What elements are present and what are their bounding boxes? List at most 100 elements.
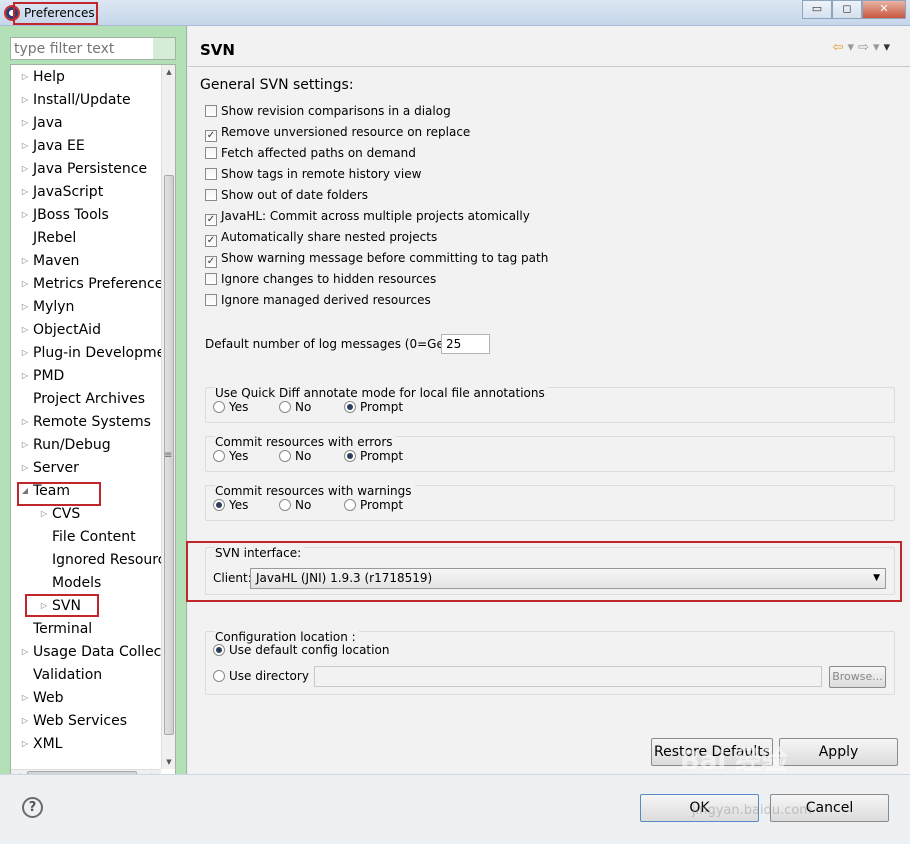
minimize-button[interactable]: ▭	[802, 0, 832, 19]
setting-checkbox[interactable]: ✓ Show warning message before committing …	[205, 249, 549, 268]
title-bar: Preferences ▭ ◻ ✕	[0, 0, 910, 26]
back-arrow-icon[interactable]: ⇦	[833, 40, 848, 55]
radio-selected-icon	[213, 644, 225, 656]
checkbox-checked-icon: ✓	[205, 256, 217, 268]
tree-item-label: JBoss Tools	[33, 207, 109, 223]
expand-arrow-icon[interactable]: ▷	[19, 250, 31, 272]
setting-checkbox[interactable]: Fetch affected paths on demand	[205, 144, 416, 162]
expand-arrow-icon[interactable]: ▷	[19, 135, 31, 157]
radio-option-label: Yes	[229, 400, 249, 414]
expand-arrow-icon[interactable]: ▷	[19, 296, 31, 318]
radio-option[interactable]: Yes	[213, 447, 248, 465]
radio-option-label: Prompt	[360, 498, 404, 512]
tree-item-label: XML	[33, 736, 63, 752]
close-button[interactable]: ✕	[862, 0, 906, 19]
forward-menu-icon[interactable]: ▾	[873, 40, 884, 55]
expand-arrow-icon[interactable]: ▷	[38, 503, 50, 525]
back-menu-icon[interactable]: ▾	[848, 40, 859, 55]
preferences-navigation: ▷Help▷Install/Update▷Java▷Java EE▷Java P…	[0, 26, 187, 780]
radio-unselected-icon	[213, 450, 225, 462]
checkbox-label: Remove unversioned resource on replace	[221, 125, 471, 139]
expand-arrow-icon[interactable]: ▷	[19, 457, 31, 479]
setting-checkbox[interactable]: ✓ Automatically share nested projects	[205, 228, 437, 247]
svn-interface-highlight-box	[186, 541, 902, 602]
config-directory-input[interactable]	[314, 666, 822, 687]
setting-checkbox[interactable]: Show tags in remote history view	[205, 165, 421, 183]
use-directory-label: Use directory :	[229, 669, 317, 683]
radio-unselected-icon	[344, 499, 356, 511]
checkbox-label: Ignore changes to hidden resources	[221, 272, 437, 286]
checkbox-label: Show warning message before committing t…	[221, 251, 549, 265]
page-navigation: ⇦▾⇨▾▾	[833, 40, 894, 55]
expand-arrow-icon[interactable]: ▷	[19, 411, 31, 433]
setting-checkbox[interactable]: Ignore changes to hidden resources	[205, 270, 436, 288]
tree-item-label: Plug-in Development	[33, 345, 176, 361]
radio-option[interactable]: No	[279, 398, 311, 416]
tree-item-label: Maven	[33, 253, 80, 269]
title-separator	[188, 66, 910, 67]
radio-option-label: No	[295, 400, 312, 414]
expand-arrow-icon[interactable]: ▷	[19, 158, 31, 180]
radio-option[interactable]: Yes	[213, 398, 248, 416]
expand-arrow-icon[interactable]: ▷	[19, 710, 31, 732]
setting-checkbox[interactable]: Show revision comparisons in a dialog	[205, 102, 451, 120]
tree-item-label: Remote Systems	[33, 414, 151, 430]
tree-item-label: JRebel	[33, 230, 77, 246]
forward-arrow-icon[interactable]: ⇨	[858, 40, 873, 55]
radio-option[interactable]: No	[279, 447, 311, 465]
tree-item-label: Terminal	[33, 621, 93, 637]
restore-defaults-button[interactable]: Restore Defaults	[651, 738, 773, 766]
maximize-button[interactable]: ◻	[832, 0, 862, 19]
radio-option[interactable]: Yes	[213, 496, 248, 514]
expand-arrow-icon[interactable]: ▷	[19, 89, 31, 111]
setting-checkbox[interactable]: ✓ JavaHL: Commit across multiple projects…	[205, 207, 530, 226]
expand-arrow-icon[interactable]: ▷	[19, 204, 31, 226]
setting-checkbox[interactable]: Ignore managed derived resources	[205, 291, 431, 309]
expand-arrow-icon[interactable]: ▷	[19, 733, 31, 755]
radio-selected-icon	[344, 401, 356, 413]
tree-item-label: Java	[33, 115, 63, 131]
expand-arrow-icon[interactable]: ▷	[19, 181, 31, 203]
log-messages-label: Default number of log messages (0=Get Al…	[205, 337, 472, 351]
use-default-config-radio[interactable]: Use default config location	[213, 641, 389, 659]
expand-arrow-icon[interactable]: ▷	[19, 687, 31, 709]
expand-arrow-icon[interactable]: ▷	[19, 319, 31, 341]
radio-selected-icon	[344, 450, 356, 462]
radio-option-label: Prompt	[360, 400, 404, 414]
apply-button[interactable]: Apply	[779, 738, 898, 766]
checkbox-label: Show out of date folders	[221, 188, 368, 202]
team-highlight-box	[17, 482, 101, 506]
help-icon[interactable]: ?	[22, 797, 43, 818]
preference-tree: ▷ Help ▷ Install/Update ▷ Java ▷ Java EE ▷ Java P…	[10, 64, 176, 780]
radio-option-label: No	[295, 449, 312, 463]
radio-option[interactable]: No	[279, 496, 311, 514]
expand-arrow-icon[interactable]: ▷	[19, 66, 31, 88]
cancel-button[interactable]: Cancel	[770, 794, 889, 822]
setting-checkbox[interactable]: Show out of date folders	[205, 186, 368, 204]
dialog-button-bar: ? OK Cancel	[0, 774, 910, 844]
expand-arrow-icon[interactable]: ▷	[19, 365, 31, 387]
log-messages-input[interactable]	[441, 334, 490, 354]
view-menu-icon[interactable]: ▾	[883, 40, 894, 55]
browse-button[interactable]: Browse...	[829, 666, 886, 688]
tree-vertical-scrollbar[interactable]: ▲ ≡ ▼	[161, 65, 175, 769]
clear-filter-icon[interactable]	[153, 38, 175, 59]
radio-option[interactable]: Prompt	[344, 398, 403, 416]
checkbox-unchecked-icon	[205, 147, 217, 159]
radio-option[interactable]: Prompt	[344, 496, 403, 514]
radio-option-label: Yes	[229, 498, 249, 512]
use-directory-radio[interactable]: Use directory :	[213, 667, 317, 685]
ok-button[interactable]: OK	[640, 794, 759, 822]
expand-arrow-icon[interactable]: ▷	[19, 273, 31, 295]
checkbox-unchecked-icon	[205, 294, 217, 306]
expand-arrow-icon[interactable]: ▷	[19, 112, 31, 134]
expand-arrow-icon[interactable]: ▷	[19, 641, 31, 663]
radio-option-label: No	[295, 498, 312, 512]
scroll-down-icon[interactable]: ▼	[162, 755, 175, 769]
expand-arrow-icon[interactable]: ▷	[19, 434, 31, 456]
scroll-up-icon[interactable]: ▲	[162, 65, 175, 79]
filter-input[interactable]	[11, 38, 151, 59]
radio-option[interactable]: Prompt	[344, 447, 403, 465]
expand-arrow-icon[interactable]: ▷	[19, 342, 31, 364]
setting-checkbox[interactable]: ✓ Remove unversioned resource on replace	[205, 123, 471, 142]
